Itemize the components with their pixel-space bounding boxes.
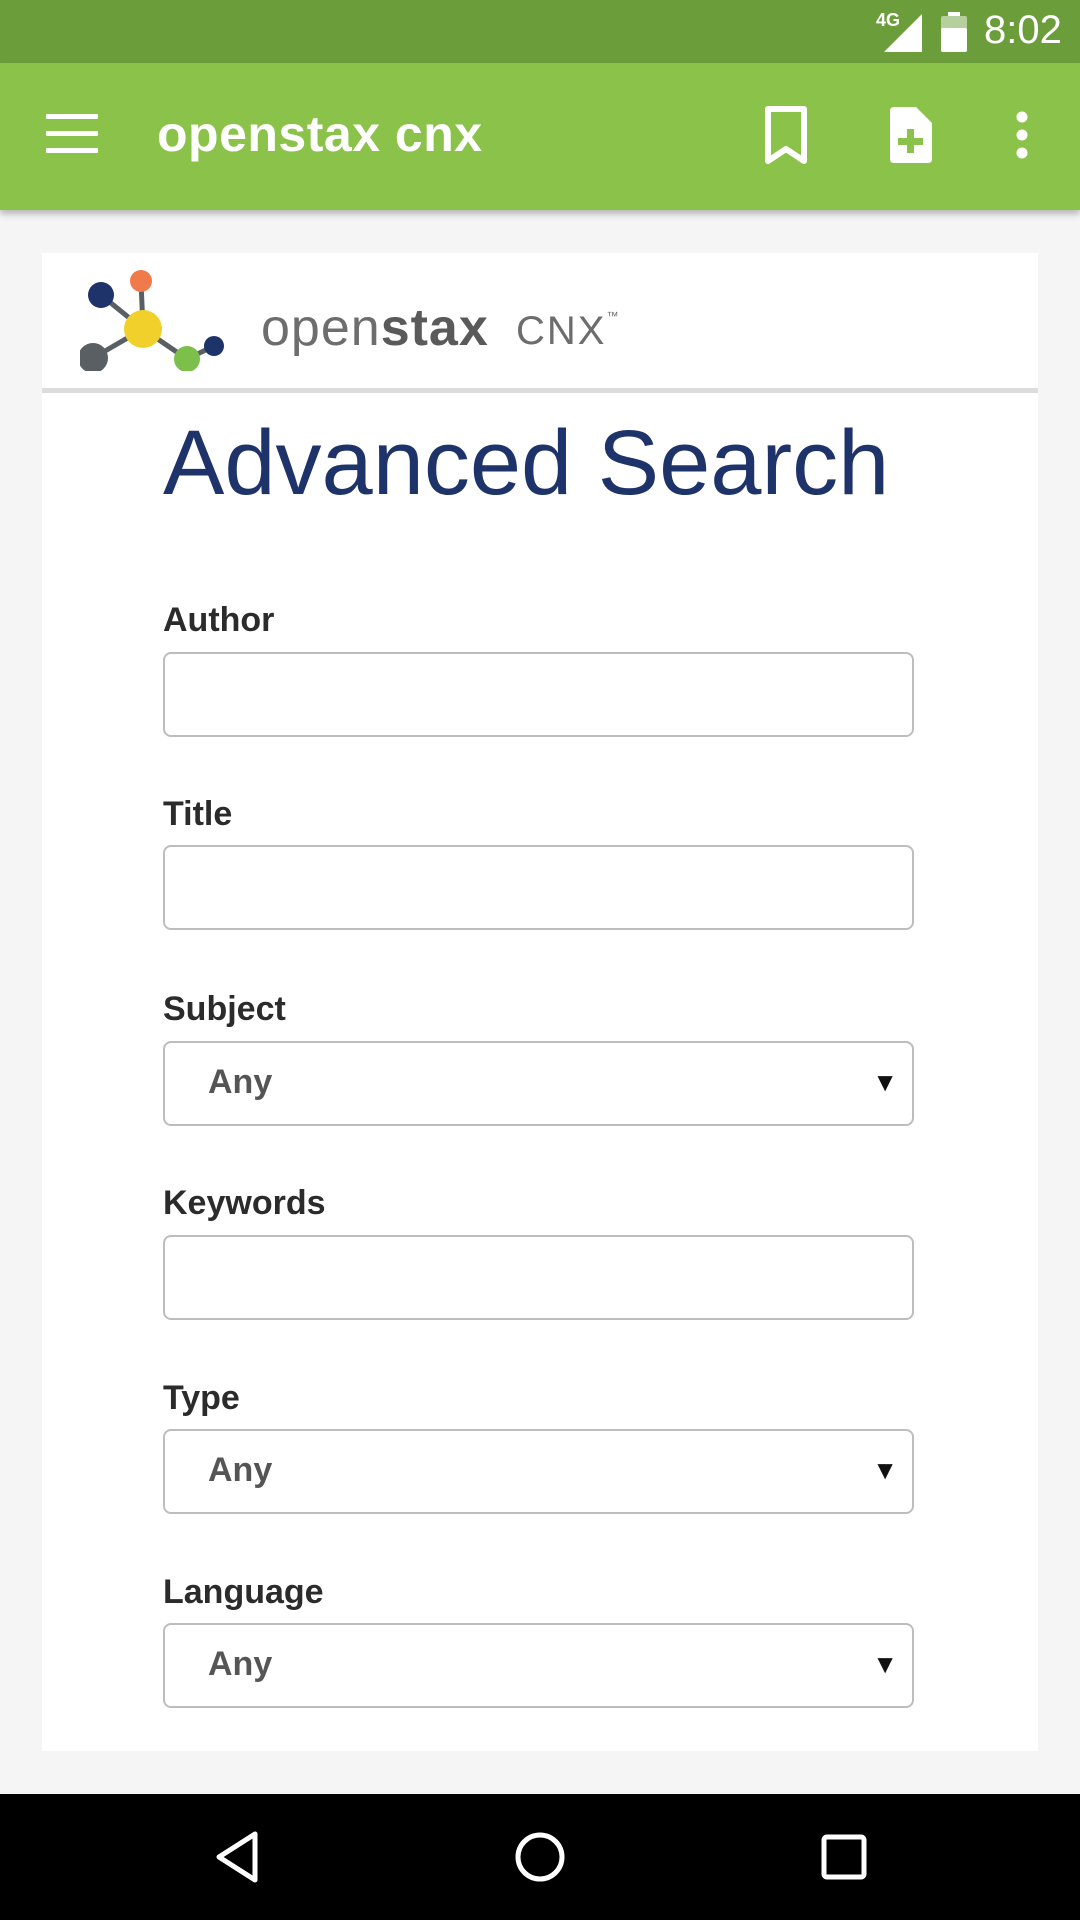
more-vert-icon[interactable] <box>1012 105 1032 165</box>
language-label: Language <box>163 1573 324 1611</box>
language-select-value: Any <box>208 1645 273 1683</box>
page-title: Advanced Search <box>163 412 890 514</box>
type-select[interactable]: Any ▼ <box>163 1429 914 1514</box>
subject-select[interactable]: Any ▼ <box>163 1041 914 1126</box>
type-select-value: Any <box>208 1451 273 1489</box>
recents-icon[interactable] <box>820 1830 868 1884</box>
author-input[interactable] <box>163 652 914 737</box>
status-bar: 4G 8:02 <box>0 0 1080 63</box>
app-bar: openstax cnx <box>0 63 1080 210</box>
language-select[interactable]: Any ▼ <box>163 1623 914 1708</box>
author-label: Author <box>163 601 275 639</box>
chevron-down-icon: ▼ <box>872 1455 898 1485</box>
chevron-down-icon: ▼ <box>872 1067 898 1097</box>
home-icon[interactable] <box>514 1830 566 1884</box>
battery-icon <box>941 12 967 52</box>
keywords-label: Keywords <box>163 1184 326 1222</box>
site-header: openstax CNX™ <box>42 253 1038 393</box>
subject-label: Subject <box>163 990 286 1028</box>
title-input[interactable] <box>163 845 914 930</box>
chevron-down-icon: ▼ <box>872 1649 898 1679</box>
app-title: openstax cnx <box>157 106 483 162</box>
navigation-bar <box>0 1794 1080 1920</box>
status-time: 8:02 <box>984 8 1062 52</box>
bookmark-icon[interactable] <box>762 105 810 165</box>
menu-icon[interactable] <box>46 114 98 158</box>
keywords-input[interactable] <box>163 1235 914 1320</box>
content-card: openstax CNX™ Advanced Search Author Tit… <box>42 253 1038 1751</box>
title-label: Title <box>163 795 233 833</box>
signal-icon <box>884 14 922 52</box>
logo-product: CNX™ <box>516 309 621 353</box>
add-document-icon[interactable] <box>886 105 934 165</box>
type-label: Type <box>163 1379 240 1417</box>
openstax-logo-icon[interactable] <box>80 261 260 371</box>
back-icon[interactable] <box>213 1830 261 1884</box>
logo-wordmark: openstax <box>261 299 489 357</box>
subject-select-value: Any <box>208 1063 273 1101</box>
